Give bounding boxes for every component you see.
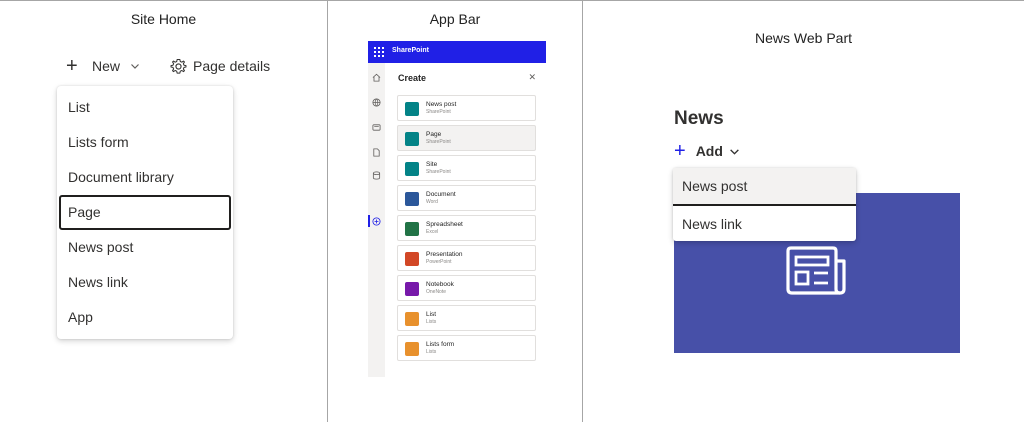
sharepoint-site-icon bbox=[405, 162, 419, 176]
app-bar-rail bbox=[368, 63, 385, 377]
site-home-panel: Site Home + New Page details List Lists … bbox=[0, 1, 328, 422]
chevron-down-icon bbox=[730, 148, 739, 155]
create-plus-circle-icon[interactable] bbox=[372, 217, 381, 226]
create-pane: Create ✕ News post SharePoint Page Share… bbox=[385, 63, 546, 377]
active-indicator bbox=[368, 215, 370, 227]
news-heading: News bbox=[674, 108, 724, 129]
create-item-title: Presentation bbox=[426, 251, 463, 258]
create-item-subtitle: SharePoint bbox=[426, 109, 451, 115]
plus-icon: + bbox=[674, 140, 686, 162]
create-item-title: List bbox=[426, 311, 437, 318]
create-item-title: News post bbox=[426, 101, 457, 108]
chevron-down-icon bbox=[131, 64, 139, 69]
news-web-part-panel: News Web Part News + Add News post News … bbox=[583, 1, 1024, 422]
app-bar-panel: App Bar SharePoint Create ✕ News post Sh… bbox=[328, 1, 583, 422]
menu-item-news-post[interactable]: News post bbox=[673, 168, 856, 206]
menu-item-lists-form[interactable]: Lists form bbox=[57, 125, 233, 160]
new-dropdown-menu: List Lists form Document library Page Ne… bbox=[57, 86, 233, 339]
create-item-subtitle: OneNote bbox=[426, 289, 447, 295]
create-item-lists-form[interactable]: Lists form Lists bbox=[397, 335, 536, 361]
menu-item-news-link[interactable]: News link bbox=[673, 206, 856, 242]
create-item-subtitle: Word bbox=[426, 199, 438, 205]
menu-item-app[interactable]: App bbox=[57, 300, 233, 335]
menu-item-document-library[interactable]: Document library bbox=[57, 160, 233, 195]
page-details-label: Page details bbox=[193, 58, 271, 74]
sharepoint-brand[interactable]: SharePoint bbox=[392, 47, 429, 54]
create-item-list[interactable]: List Lists bbox=[397, 305, 536, 331]
create-item-title: Lists form bbox=[426, 341, 455, 348]
create-item-title: Document bbox=[426, 191, 456, 198]
lists-icon bbox=[405, 312, 419, 326]
page-details-button[interactable]: Page details bbox=[170, 58, 270, 75]
create-item-subtitle: SharePoint bbox=[426, 169, 451, 175]
excel-icon bbox=[405, 222, 419, 236]
menu-item-list[interactable]: List bbox=[57, 90, 233, 125]
suite-header: SharePoint bbox=[368, 41, 546, 63]
create-item-subtitle: Excel bbox=[426, 229, 439, 235]
create-item-site[interactable]: Site SharePoint bbox=[397, 155, 536, 181]
create-item-spreadsheet[interactable]: Spreadsheet Excel bbox=[397, 215, 536, 241]
news-icon[interactable] bbox=[372, 123, 381, 132]
create-item-subtitle: Lists bbox=[426, 319, 437, 325]
create-item-document[interactable]: Document Word bbox=[397, 185, 536, 211]
close-icon[interactable]: ✕ bbox=[528, 72, 536, 83]
file-icon[interactable] bbox=[372, 148, 381, 157]
create-item-subtitle: Lists bbox=[426, 349, 437, 355]
comparison-frame: Site Home + New Page details List Lists … bbox=[0, 0, 1024, 422]
create-item-notebook[interactable]: Notebook OneNote bbox=[397, 275, 536, 301]
sharepoint-news-icon bbox=[405, 102, 419, 116]
create-item-title: Notebook bbox=[426, 281, 454, 288]
news-web-part-title: News Web Part bbox=[755, 30, 852, 46]
create-item-presentation[interactable]: Presentation PowerPoint bbox=[397, 245, 536, 271]
database-icon[interactable] bbox=[372, 171, 381, 180]
plus-icon: + bbox=[66, 55, 78, 77]
site-home-title: Site Home bbox=[130, 11, 197, 27]
word-icon bbox=[405, 192, 419, 206]
powerpoint-icon bbox=[405, 252, 419, 266]
add-news-dropdown: News post News link bbox=[673, 168, 856, 241]
new-button-label: New bbox=[92, 58, 121, 74]
new-button[interactable]: + New bbox=[66, 55, 140, 77]
newspaper-icon bbox=[786, 246, 846, 295]
sharepoint-app-bar-mock: SharePoint Create ✕ News post SharePoint bbox=[368, 41, 546, 377]
gear-icon bbox=[170, 58, 187, 74]
create-item-title: Site bbox=[426, 161, 438, 168]
create-pane-title: Create bbox=[398, 73, 427, 83]
sharepoint-page-icon bbox=[405, 132, 419, 146]
add-news-button[interactable]: + Add bbox=[674, 140, 740, 162]
menu-item-news-post[interactable]: News post bbox=[57, 230, 233, 265]
menu-item-news-link[interactable]: News link bbox=[57, 265, 233, 300]
lists-form-icon bbox=[405, 342, 419, 356]
create-item-subtitle: SharePoint bbox=[426, 139, 451, 145]
onenote-icon bbox=[405, 282, 419, 296]
app-bar-title: App Bar bbox=[429, 11, 481, 27]
add-label: Add bbox=[695, 143, 723, 159]
create-item-page[interactable]: Page SharePoint bbox=[397, 125, 536, 151]
globe-icon[interactable] bbox=[372, 98, 381, 107]
home-icon[interactable] bbox=[372, 73, 381, 82]
create-item-title: Spreadsheet bbox=[426, 221, 463, 228]
create-item-subtitle: PowerPoint bbox=[426, 259, 452, 265]
app-launcher-icon[interactable] bbox=[374, 47, 384, 57]
site-home-toolbar: + New Page details bbox=[66, 55, 270, 77]
menu-item-page[interactable]: Page bbox=[59, 195, 231, 230]
create-item-title: Page bbox=[426, 131, 442, 138]
create-item-news-post[interactable]: News post SharePoint bbox=[397, 95, 536, 121]
